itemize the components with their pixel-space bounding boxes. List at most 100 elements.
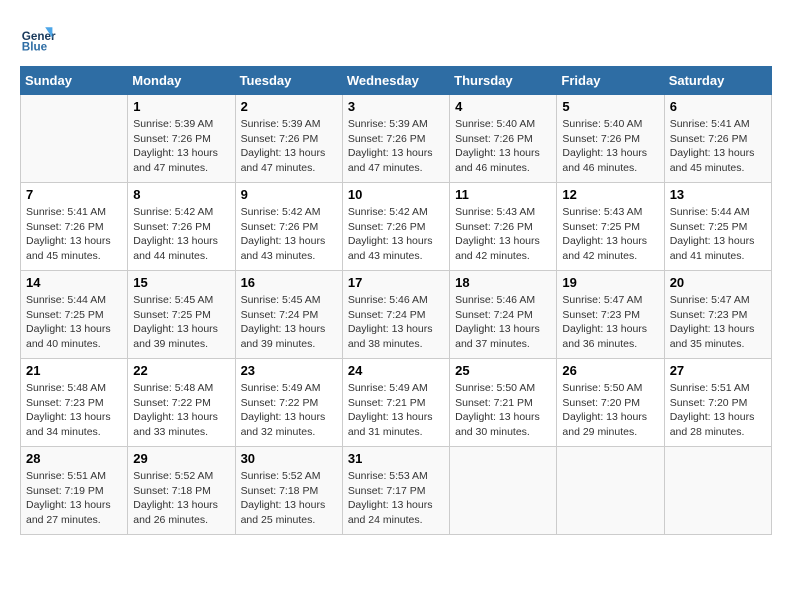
day-info: Sunrise: 5:48 AM Sunset: 7:23 PM Dayligh… <box>26 381 122 440</box>
day-number: 23 <box>241 363 337 378</box>
day-info: Sunrise: 5:52 AM Sunset: 7:18 PM Dayligh… <box>133 469 229 528</box>
day-info: Sunrise: 5:42 AM Sunset: 7:26 PM Dayligh… <box>348 205 444 264</box>
col-thursday: Thursday <box>450 67 557 95</box>
day-number: 4 <box>455 99 551 114</box>
day-number: 20 <box>670 275 766 290</box>
day-info: Sunrise: 5:39 AM Sunset: 7:26 PM Dayligh… <box>133 117 229 176</box>
day-cell: 2Sunrise: 5:39 AM Sunset: 7:26 PM Daylig… <box>235 95 342 183</box>
day-number: 25 <box>455 363 551 378</box>
day-cell: 25 Sunrise: 5:50 AM Sunset: 7:21 PM Dayli… <box>450 359 557 447</box>
day-number: 16 <box>241 275 337 290</box>
day-number: 13 <box>670 187 766 202</box>
day-number: 15 <box>133 275 229 290</box>
col-friday: Friday <box>557 67 664 95</box>
day-info: Sunrise: 5:52 AM Sunset: 7:18 PM Dayligh… <box>241 469 337 528</box>
day-cell <box>664 447 771 535</box>
day-number: 7 <box>26 187 122 202</box>
day-number: 17 <box>348 275 444 290</box>
day-number: 24 <box>348 363 444 378</box>
day-cell: 9 Sunrise: 5:42 AM Sunset: 7:26 PM Daylig… <box>235 183 342 271</box>
week-row-3: 14Sunrise: 5:44 AM Sunset: 7:25 PM Dayli… <box>21 271 772 359</box>
calendar-table: Sunday Monday Tuesday Wednesday Thursday… <box>20 66 772 535</box>
day-info: Sunrise: 5:46 AM Sunset: 7:24 PM Dayligh… <box>455 293 551 352</box>
svg-text:Blue: Blue <box>22 41 48 54</box>
day-number: 11 <box>455 187 551 202</box>
day-info: Sunrise: 5:41 AM Sunset: 7:26 PM Dayligh… <box>670 117 766 176</box>
day-cell: 14Sunrise: 5:44 AM Sunset: 7:25 PM Dayli… <box>21 271 128 359</box>
day-number: 29 <box>133 451 229 466</box>
day-info: Sunrise: 5:50 AM Sunset: 7:21 PM Dayligh… <box>455 381 551 440</box>
header-row: Sunday Monday Tuesday Wednesday Thursday… <box>21 67 772 95</box>
day-number: 10 <box>348 187 444 202</box>
day-number: 12 <box>562 187 658 202</box>
calendar-header: Sunday Monday Tuesday Wednesday Thursday… <box>21 67 772 95</box>
day-info: Sunrise: 5:44 AM Sunset: 7:25 PM Dayligh… <box>26 293 122 352</box>
day-cell: 21 Sunrise: 5:48 AM Sunset: 7:23 PM Dayli… <box>21 359 128 447</box>
day-info: Sunrise: 5:42 AM Sunset: 7:26 PM Dayligh… <box>133 205 229 264</box>
day-info: Sunrise: 5:39 AM Sunset: 7:26 PM Dayligh… <box>348 117 444 176</box>
day-info: Sunrise: 5:40 AM Sunset: 7:26 PM Dayligh… <box>455 117 551 176</box>
day-number: 30 <box>241 451 337 466</box>
day-info: Sunrise: 5:45 AM Sunset: 7:24 PM Dayligh… <box>241 293 337 352</box>
day-cell: 31 Sunrise: 5:53 AM Sunset: 7:17 PM Dayli… <box>342 447 449 535</box>
col-tuesday: Tuesday <box>235 67 342 95</box>
day-cell: 30 Sunrise: 5:52 AM Sunset: 7:18 PM Dayli… <box>235 447 342 535</box>
day-cell: 28 Sunrise: 5:51 AM Sunset: 7:19 PM Dayli… <box>21 447 128 535</box>
day-info: Sunrise: 5:41 AM Sunset: 7:26 PM Dayligh… <box>26 205 122 264</box>
day-cell: 1Sunrise: 5:39 AM Sunset: 7:26 PM Daylig… <box>128 95 235 183</box>
day-number: 9 <box>241 187 337 202</box>
day-number: 22 <box>133 363 229 378</box>
day-info: Sunrise: 5:51 AM Sunset: 7:19 PM Dayligh… <box>26 469 122 528</box>
day-cell: 4 Sunrise: 5:40 AM Sunset: 7:26 PM Daylig… <box>450 95 557 183</box>
day-info: Sunrise: 5:40 AM Sunset: 7:26 PM Dayligh… <box>562 117 658 176</box>
day-cell: 7 Sunrise: 5:41 AM Sunset: 7:26 PM Daylig… <box>21 183 128 271</box>
col-wednesday: Wednesday <box>342 67 449 95</box>
day-info: Sunrise: 5:49 AM Sunset: 7:21 PM Dayligh… <box>348 381 444 440</box>
page-header: General Blue <box>20 20 772 56</box>
day-info: Sunrise: 5:51 AM Sunset: 7:20 PM Dayligh… <box>670 381 766 440</box>
col-monday: Monday <box>128 67 235 95</box>
day-cell: 12 Sunrise: 5:43 AM Sunset: 7:25 PM Dayli… <box>557 183 664 271</box>
day-info: Sunrise: 5:47 AM Sunset: 7:23 PM Dayligh… <box>562 293 658 352</box>
day-cell: 8 Sunrise: 5:42 AM Sunset: 7:26 PM Daylig… <box>128 183 235 271</box>
day-info: Sunrise: 5:50 AM Sunset: 7:20 PM Dayligh… <box>562 381 658 440</box>
day-number: 27 <box>670 363 766 378</box>
day-number: 18 <box>455 275 551 290</box>
col-saturday: Saturday <box>664 67 771 95</box>
day-info: Sunrise: 5:49 AM Sunset: 7:22 PM Dayligh… <box>241 381 337 440</box>
day-number: 28 <box>26 451 122 466</box>
day-cell <box>21 95 128 183</box>
week-row-4: 21 Sunrise: 5:48 AM Sunset: 7:23 PM Dayli… <box>21 359 772 447</box>
logo-icon: General Blue <box>20 20 56 56</box>
calendar-body: 1Sunrise: 5:39 AM Sunset: 7:26 PM Daylig… <box>21 95 772 535</box>
week-row-1: 1Sunrise: 5:39 AM Sunset: 7:26 PM Daylig… <box>21 95 772 183</box>
day-cell: 20Sunrise: 5:47 AM Sunset: 7:23 PM Dayli… <box>664 271 771 359</box>
day-cell: 23 Sunrise: 5:49 AM Sunset: 7:22 PM Dayli… <box>235 359 342 447</box>
day-info: Sunrise: 5:44 AM Sunset: 7:25 PM Dayligh… <box>670 205 766 264</box>
day-cell <box>450 447 557 535</box>
day-cell: 26Sunrise: 5:50 AM Sunset: 7:20 PM Dayli… <box>557 359 664 447</box>
day-info: Sunrise: 5:53 AM Sunset: 7:17 PM Dayligh… <box>348 469 444 528</box>
day-info: Sunrise: 5:43 AM Sunset: 7:25 PM Dayligh… <box>562 205 658 264</box>
day-cell: 3 Sunrise: 5:39 AM Sunset: 7:26 PM Daylig… <box>342 95 449 183</box>
week-row-5: 28 Sunrise: 5:51 AM Sunset: 7:19 PM Dayli… <box>21 447 772 535</box>
day-cell: 29 Sunrise: 5:52 AM Sunset: 7:18 PM Dayli… <box>128 447 235 535</box>
day-number: 3 <box>348 99 444 114</box>
day-number: 8 <box>133 187 229 202</box>
day-number: 19 <box>562 275 658 290</box>
day-cell: 24 Sunrise: 5:49 AM Sunset: 7:21 PM Dayli… <box>342 359 449 447</box>
logo: General Blue <box>20 20 62 56</box>
day-cell: 11 Sunrise: 5:43 AM Sunset: 7:26 PM Dayli… <box>450 183 557 271</box>
day-number: 21 <box>26 363 122 378</box>
day-info: Sunrise: 5:42 AM Sunset: 7:26 PM Dayligh… <box>241 205 337 264</box>
day-cell: 6 Sunrise: 5:41 AM Sunset: 7:26 PM Daylig… <box>664 95 771 183</box>
day-info: Sunrise: 5:45 AM Sunset: 7:25 PM Dayligh… <box>133 293 229 352</box>
day-info: Sunrise: 5:39 AM Sunset: 7:26 PM Dayligh… <box>241 117 337 176</box>
day-number: 31 <box>348 451 444 466</box>
day-cell: 18 Sunrise: 5:46 AM Sunset: 7:24 PM Dayli… <box>450 271 557 359</box>
day-number: 6 <box>670 99 766 114</box>
day-cell: 15 Sunrise: 5:45 AM Sunset: 7:25 PM Dayli… <box>128 271 235 359</box>
day-cell: 27 Sunrise: 5:51 AM Sunset: 7:20 PM Dayli… <box>664 359 771 447</box>
day-info: Sunrise: 5:46 AM Sunset: 7:24 PM Dayligh… <box>348 293 444 352</box>
day-info: Sunrise: 5:43 AM Sunset: 7:26 PM Dayligh… <box>455 205 551 264</box>
